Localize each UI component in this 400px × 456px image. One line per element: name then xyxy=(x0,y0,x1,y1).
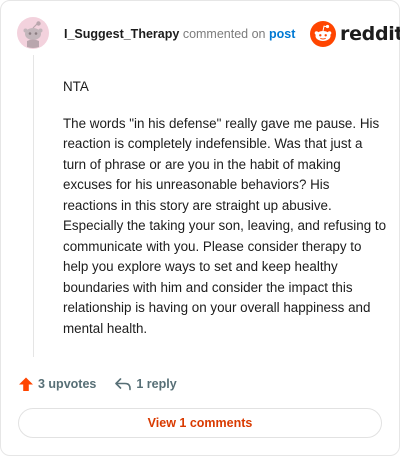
thread-line xyxy=(33,55,34,357)
reddit-logo-icon xyxy=(310,21,336,47)
upvotes-count: 3 upvotes xyxy=(38,377,97,391)
comment-paragraph: The words "in his defense" really gave m… xyxy=(63,115,387,336)
view-comments-button[interactable]: View 1 comments xyxy=(18,408,382,438)
comment-header: I_Suggest_Therapy commented on post xyxy=(64,27,295,41)
reddit-brand[interactable]: reddit xyxy=(310,21,400,47)
reply-arrow-icon xyxy=(115,378,132,391)
comment-card: I_Suggest_Therapy commented on post redd… xyxy=(0,0,400,456)
comment-body: NTA The words "in his defense" really ga… xyxy=(63,77,387,355)
reddit-wordmark: reddit xyxy=(340,23,400,45)
user-avatar[interactable] xyxy=(17,17,49,49)
author-username[interactable]: I_Suggest_Therapy xyxy=(64,27,179,41)
comment-paragraph: NTA xyxy=(63,79,89,94)
snoo-avatar-icon xyxy=(17,17,49,49)
post-link[interactable]: post xyxy=(269,27,295,41)
commented-on-text: commented on xyxy=(182,27,266,41)
replies-count: 1 reply xyxy=(136,377,177,391)
upvote-action[interactable]: 3 upvotes xyxy=(18,376,96,392)
upvote-arrow-icon[interactable] xyxy=(18,376,34,392)
reply-action[interactable]: 1 reply xyxy=(114,376,177,392)
comment-actions: 3 upvotes 1 reply xyxy=(18,374,177,394)
